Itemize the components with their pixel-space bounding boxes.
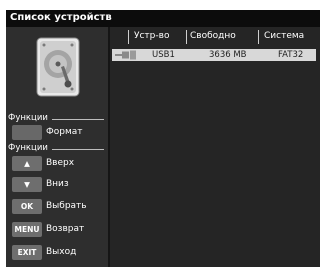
free-space-cell: 3636 MB <box>209 50 247 60</box>
device-list-panel: Устр-во Свободно Система USB1 3636 MB FA… <box>110 27 320 267</box>
triangle-up-icon[interactable]: ▲ <box>12 156 42 171</box>
navigation-divider <box>52 149 104 150</box>
format-key[interactable] <box>12 125 42 140</box>
left-panel: Функции Формат Функции ▲ Вверх ▼ Вниз OK… <box>6 27 108 267</box>
triangle-down-icon[interactable]: ▼ <box>12 177 42 192</box>
column-system: Система <box>264 31 305 41</box>
column-separator <box>128 30 129 44</box>
menu-label: Возврат <box>46 224 85 234</box>
column-device: Устр-во <box>134 31 170 41</box>
exit-label: Выход <box>46 247 77 257</box>
ok-label: Выбрать <box>46 201 87 211</box>
usb-icon <box>115 50 136 60</box>
column-separator <box>186 30 187 44</box>
table-row[interactable]: USB1 3636 MB FAT32 <box>112 49 316 61</box>
format-label: Формат <box>46 127 83 137</box>
device-cell: USB1 <box>152 50 175 60</box>
functions-label: Функции <box>8 113 48 123</box>
column-separator <box>258 30 259 44</box>
device-list-window: Список устройств Функции Формат Функции … <box>6 10 320 267</box>
hard-drive-icon <box>36 37 80 97</box>
nav-up-label: Вверх <box>46 158 75 168</box>
window-title: Список устройств <box>10 12 112 23</box>
column-free: Свободно <box>190 31 236 41</box>
menu-key[interactable]: MENU <box>12 222 42 237</box>
functions-divider <box>52 119 104 120</box>
navigation-label: Функции <box>8 143 48 153</box>
screen: Список устройств Функции Формат Функции … <box>0 0 324 267</box>
title-bar: Список устройств <box>6 10 320 27</box>
table-header: Устр-во Свободно Система <box>110 27 320 47</box>
exit-key[interactable]: EXIT <box>12 245 42 260</box>
ok-key[interactable]: OK <box>12 199 42 214</box>
system-cell: FAT32 <box>278 50 304 60</box>
nav-down-label: Вниз <box>46 179 69 189</box>
